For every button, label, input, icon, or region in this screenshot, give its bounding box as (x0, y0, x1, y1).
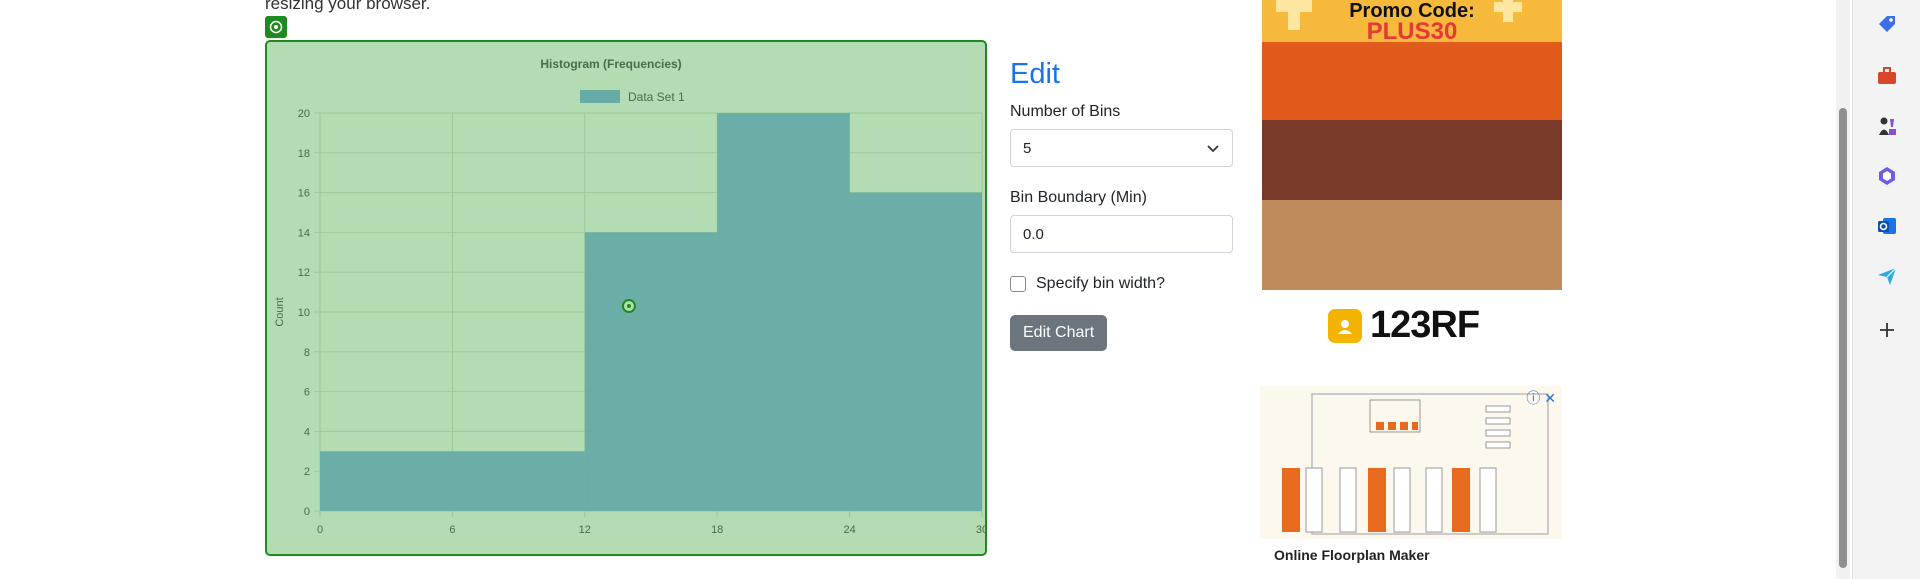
bins-select[interactable]: 5 (1010, 129, 1233, 167)
chart-title: Histogram (Frequencies) (540, 57, 681, 71)
y-tick-label: 10 (298, 307, 310, 319)
copilot-icon[interactable] (1875, 164, 1899, 188)
legend-label: Data Set 1 (628, 90, 685, 104)
x-tick-label: 24 (843, 524, 855, 536)
ad-banner-123rf[interactable]: Promo Code: PLUS30 123RF (1262, 0, 1562, 365)
edit-panel: Edit Number of Bins 5 Bin Boundary (Min)… (1010, 58, 1235, 351)
bin-width-checkbox[interactable] (1010, 276, 1026, 292)
ad-image: Promo Code: PLUS30 (1262, 0, 1562, 290)
bin-width-label: Specify bin width? (1036, 275, 1165, 292)
brand-logo-icon (1328, 308, 1362, 343)
y-tick-label: 16 (298, 188, 310, 200)
y-tick-label: 6 (304, 387, 310, 399)
bins-label: Number of Bins (1010, 103, 1121, 120)
bins-value: 5 (1023, 139, 1032, 157)
edit-chart-button[interactable]: Edit Chart (1010, 315, 1108, 351)
outlook-icon[interactable] (1875, 214, 1899, 238)
floorplan-image (1282, 393, 1549, 535)
y-tick-label: 2 (304, 466, 310, 478)
x-tick-label: 6 (449, 524, 455, 536)
y-tick-label: 20 (298, 108, 310, 120)
histogram-bar (452, 451, 585, 511)
boundary-value: 0.0 (1023, 225, 1044, 243)
edit-title: Edit (1010, 58, 1060, 90)
browser-sidebar (1852, 0, 1920, 579)
y-tick-label: 8 (304, 347, 310, 359)
x-tick-label: 18 (711, 524, 723, 536)
plus-icon[interactable] (1875, 318, 1899, 342)
histogram-bar (849, 192, 982, 511)
ad-caption: Online Floorplan Maker (1260, 539, 1562, 579)
chess-icon[interactable] (1875, 114, 1899, 138)
promo-code: PLUS30 (1366, 18, 1458, 45)
page-scrollbar[interactable] (1836, 0, 1850, 579)
y-tick-label: 18 (298, 148, 310, 160)
x-tick-label: 12 (579, 524, 591, 536)
chevron-down-icon (1207, 145, 1219, 153)
histogram-chart[interactable]: Histogram (Frequencies) Data Set 1 0 2 4 6 8 10… (265, 40, 987, 556)
histogram-bar (584, 232, 718, 511)
select-element-icon[interactable] (265, 16, 287, 38)
y-tick-label: 12 (298, 267, 310, 279)
histogram-bar (320, 451, 453, 511)
legend-swatch (580, 90, 620, 103)
x-tick-label: 30 (976, 524, 985, 536)
scrollbar-thumb[interactable] (1839, 108, 1847, 568)
y-tick-label: 14 (298, 227, 310, 239)
y-tick-label: 0 (304, 506, 310, 518)
intro-text: resizing your browser. (265, 0, 431, 13)
boundary-label: Bin Boundary (Min) (1010, 189, 1147, 206)
y-tick-label: 4 (304, 426, 310, 438)
ad-floorplan[interactable]: ⓘ ✕ Online Floorplan Maker (1260, 386, 1562, 579)
y-axis-label: Count (274, 297, 286, 326)
bin-width-row[interactable]: Specify bin width? (1010, 275, 1235, 293)
cursor-target-dot (626, 304, 631, 309)
histogram-bar (717, 113, 850, 511)
ad-close-icon[interactable]: ⓘ ✕ (1526, 388, 1556, 408)
boundary-input[interactable]: 0.0 (1010, 215, 1233, 253)
brand-name: 123RF (1370, 304, 1480, 346)
tag-icon[interactable] (1875, 12, 1899, 36)
brand-logo: 123RF (1328, 304, 1480, 347)
briefcase-icon[interactable] (1875, 64, 1899, 88)
send-icon[interactable] (1875, 264, 1899, 288)
x-tick-label: 0 (317, 524, 323, 536)
histogram-svg: Histogram (Frequencies)Data Set 10246810… (274, 57, 985, 536)
